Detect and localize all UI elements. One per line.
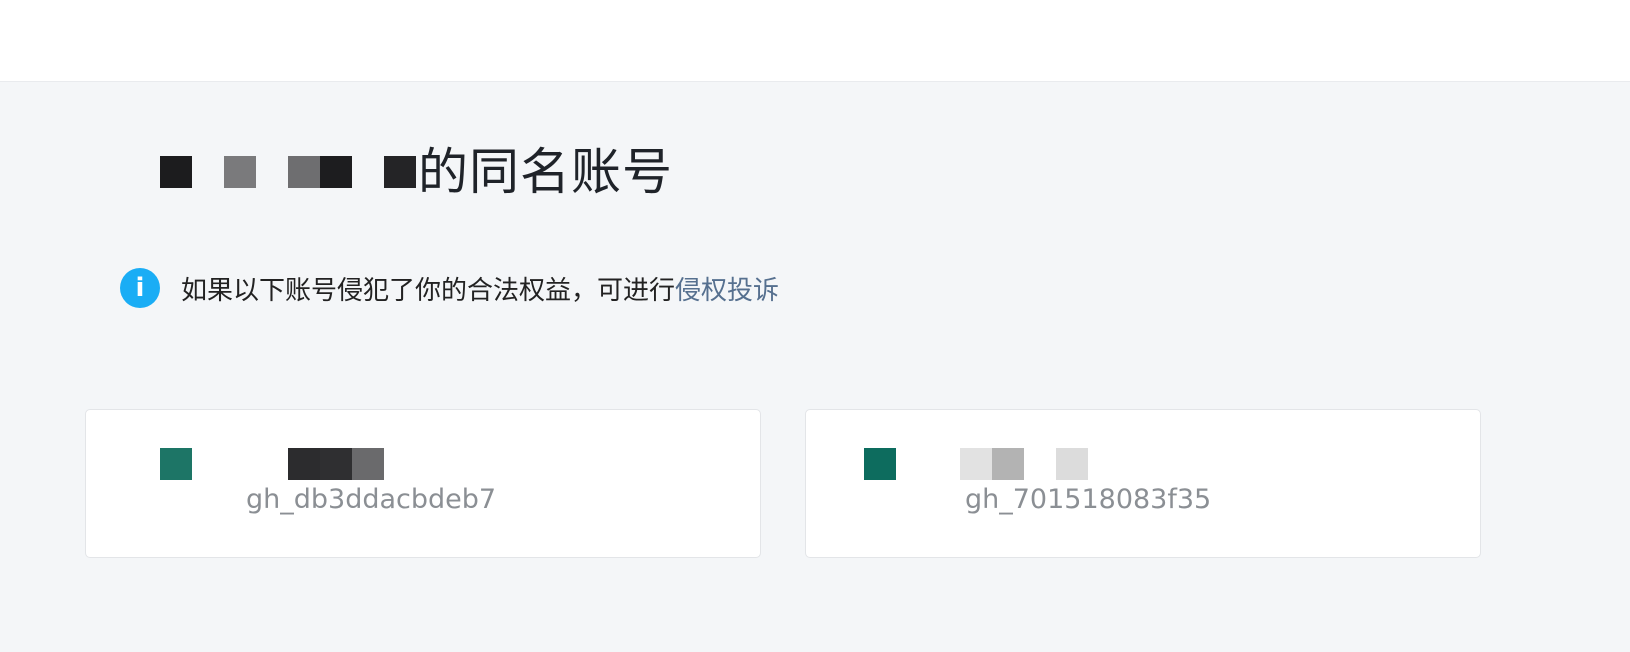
page: 的同名账号 i 如果以下账号侵犯了你的合法权益，可进行 侵权投诉 gh_db3d… bbox=[0, 0, 1630, 652]
account-id: gh_db3ddacbdeb7 bbox=[246, 484, 497, 515]
info-icon: i bbox=[120, 268, 160, 308]
account-card[interactable]: gh_db3ddacbdeb7 bbox=[85, 409, 761, 558]
account-id: gh_701518083f35 bbox=[965, 484, 1212, 515]
notice-banner: i 如果以下账号侵犯了你的合法权益，可进行 侵权投诉 bbox=[120, 268, 779, 308]
redacted-account-name bbox=[160, 156, 416, 188]
infringement-complaint-link[interactable]: 侵权投诉 bbox=[675, 270, 779, 307]
redacted-account-name bbox=[288, 448, 384, 480]
avatar bbox=[160, 448, 192, 480]
account-card[interactable]: gh_701518083f35 bbox=[805, 409, 1481, 558]
page-title-text: 的同名账号 bbox=[418, 143, 673, 201]
redacted-account-name bbox=[960, 448, 1088, 480]
avatar bbox=[864, 448, 896, 480]
page-title: 的同名账号 bbox=[160, 140, 673, 204]
top-bar bbox=[0, 0, 1630, 82]
notice-text: 如果以下账号侵犯了你的合法权益，可进行 bbox=[181, 275, 676, 306]
